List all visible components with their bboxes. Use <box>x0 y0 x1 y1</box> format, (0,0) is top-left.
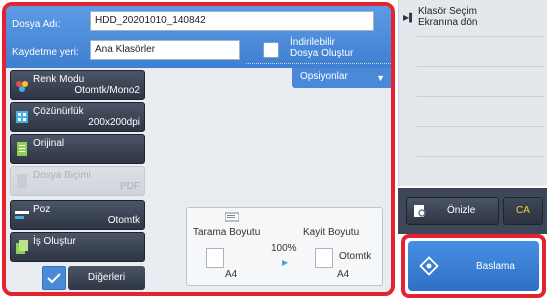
others-button[interactable]: Diğerleri <box>68 266 145 290</box>
exposure-button[interactable]: Poz Otomtk <box>10 200 145 230</box>
scanner-icon <box>225 212 239 222</box>
preview-button[interactable]: Önizle <box>406 197 499 225</box>
options-tab[interactable]: Opsiyonlar ▼ <box>292 68 391 88</box>
preview-icon <box>414 205 426 217</box>
start-highlight: Baslama <box>401 234 546 298</box>
divider <box>417 66 544 67</box>
checkmark-icon <box>47 273 61 284</box>
start-button[interactable]: Baslama <box>408 241 539 291</box>
resolution-button[interactable]: Çözünürlük 200x200dpi <box>10 102 145 132</box>
divider <box>246 63 391 64</box>
clear-all-button[interactable]: CA <box>503 197 543 225</box>
store-size-label: Kayit Boyutu <box>303 227 360 238</box>
original-icon <box>17 142 27 156</box>
original-button[interactable]: Orijinal <box>10 134 145 164</box>
scan-paper-icon <box>206 248 224 268</box>
divider <box>417 96 544 97</box>
scan-size-value: A4 <box>225 269 238 280</box>
checkmark-button[interactable] <box>42 266 66 290</box>
arrow-right-icon: ▶▌ <box>403 13 415 22</box>
downloadable-file-label: İndirilebilir Dosya Oluştur <box>290 37 354 59</box>
divider <box>417 126 544 127</box>
file-format-icon <box>17 174 27 188</box>
divider <box>417 156 544 157</box>
start-icon <box>419 256 439 276</box>
file-name-label: Dosya Adı: <box>12 19 61 30</box>
job-build-button[interactable]: İş Oluştur <box>10 232 145 262</box>
file-format-button[interactable]: Dosya Biçimi PDF <box>10 166 145 196</box>
store-size-mode: Otomtk <box>339 251 372 262</box>
chevron-down-icon: ▼ <box>376 73 385 83</box>
divider <box>417 36 544 37</box>
ratio-value: 100% <box>271 243 297 254</box>
right-panel: ▶▌ Klasör Seçim Ekranına dön <box>398 0 547 186</box>
size-preview-panel: Tarama Boyutu A4 100% ▶ Kayit Boyutu Oto… <box>186 207 383 286</box>
color-mode-icon <box>16 81 28 92</box>
store-size-value: A4 <box>337 269 350 280</box>
exposure-icon <box>15 211 29 219</box>
resolution-icon <box>16 111 28 123</box>
scan-size-label: Tarama Boyutu <box>193 227 261 238</box>
job-build-icon <box>16 240 28 254</box>
arrow-right-icon: ▶ <box>282 258 289 267</box>
save-location-field[interactable]: Ana Klasörler <box>90 40 240 60</box>
downloadable-file-checkbox[interactable] <box>263 42 279 58</box>
color-mode-button[interactable]: Renk Modu Otomtk/Mono2 <box>10 70 145 100</box>
main-settings-panel: Dosya Adı: HDD_20201010_140842 Kaydetme … <box>2 2 395 296</box>
file-info-area: Dosya Adı: HDD_20201010_140842 Kaydetme … <box>6 6 391 68</box>
store-paper-icon <box>315 248 333 268</box>
file-name-field[interactable]: HDD_20201010_140842 <box>90 11 374 31</box>
save-location-label: Kaydetme yeri: <box>12 47 79 58</box>
